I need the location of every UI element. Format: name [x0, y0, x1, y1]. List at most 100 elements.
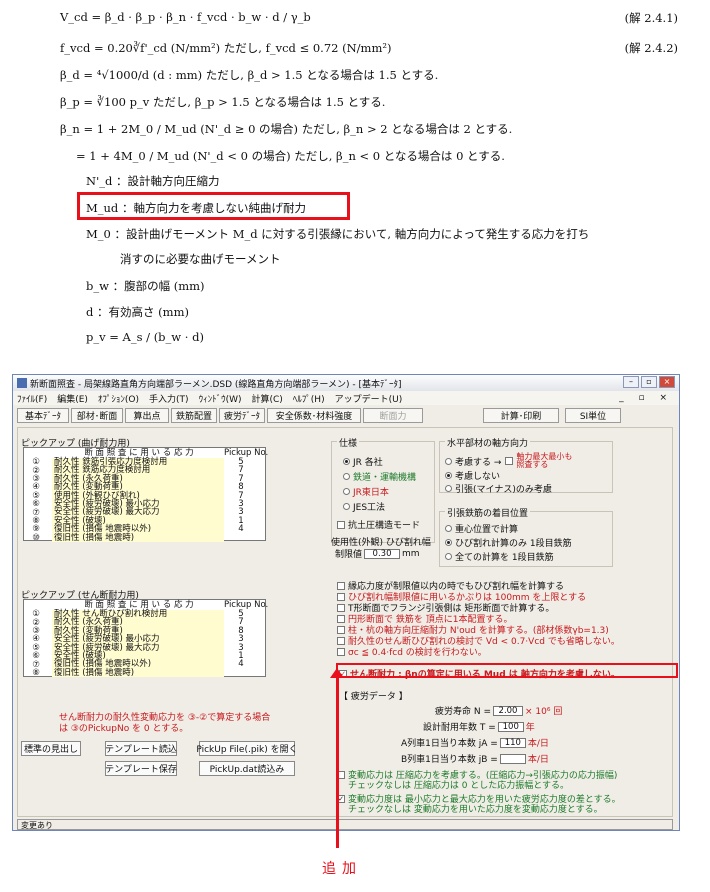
spec-jr[interactable]: JR 各社 — [343, 455, 383, 468]
spec-jes[interactable]: JES工法 — [343, 500, 385, 513]
crack-limit-input[interactable]: 0.30 — [364, 548, 401, 559]
equation-6: = 1 + 4M_0 / M_ud (N'_d < 0 の場合) ただし, β_… — [76, 149, 505, 163]
fatigue-life-input[interactable]: 2.00 — [493, 705, 523, 716]
window-title: 新断面照査 - 局架線路直角方向端部ラーメン.DSD (線路直角方向端部ラーメン… — [30, 379, 402, 390]
shear-note: せん断耐力の耐久性変動応力を ③-②で算定する場合は ③のPickupNo を … — [59, 713, 271, 734]
definition-m0: M_0 ：設計曲げモーメント M_d に対する引張縁において, 軸方向力によって… — [86, 227, 590, 241]
anti-earth-pressure-check[interactable]: 抗土圧構造モード — [337, 518, 420, 531]
radio-icon[interactable] — [343, 503, 350, 510]
radio-icon[interactable] — [445, 525, 452, 532]
equation-2-number: (解 2.4.2) — [624, 41, 678, 55]
definition-bw: b_w ：腹部の幅 (mm) — [86, 279, 205, 293]
checkbox-icon[interactable] — [337, 603, 345, 612]
radio-icon[interactable] — [445, 553, 452, 560]
axial-title: 水平部材の軸方向力 — [445, 436, 531, 449]
definition-d: d ：有効高さ (mm) — [86, 305, 189, 319]
definition-m0-cont: 消すのに必要な曲げモーメント — [120, 252, 281, 266]
added-caption: 追加 — [322, 861, 362, 877]
pickup-dat-button[interactable]: PickUp.dat読込み — [199, 761, 295, 776]
equation-1: V_cd = β_d · β_p · β_n · f_vcd · b_w · d… — [60, 10, 311, 24]
si-unit-button[interactable]: SI単位 — [565, 408, 621, 423]
spec-title: 仕様 — [337, 436, 360, 449]
maximize-button[interactable]: ▫ — [641, 376, 657, 388]
calc-print-button[interactable]: 計算･印刷 — [483, 408, 559, 423]
arrow-line — [336, 676, 339, 848]
template-load-button[interactable]: テンプレート読込 — [105, 741, 177, 756]
table-row[interactable]: ⑩ 復旧性 (損傷 地震時) — [24, 533, 265, 543]
mdi-controls[interactable]: _ ▫ × — [619, 393, 673, 403]
menu-option[interactable]: ｵﾌﾟｼｮﾝ(O) — [98, 392, 139, 405]
table-row[interactable]: ⑧ 復旧性 (損傷 地震時) — [24, 668, 265, 678]
crack-limit-row: 制限値 0.30 mm — [335, 548, 420, 560]
checkbox-icon[interactable] — [337, 520, 345, 529]
equation-3: β_d = ⁴√1000/d (d : mm) ただし, β_d > 1.5 と… — [60, 68, 439, 82]
axial-consider[interactable]: 考慮する → 軸力最大最小も照査する — [445, 453, 576, 469]
app-window: 新断面照査 - 局架線路直角方向端部ラーメン.DSD (線路直角方向端部ラーメン… — [12, 374, 680, 831]
tab-bar: 基本ﾃﾞｰﾀ 部材･断面 算出点 鉄筋配置 疲労ﾃﾞｰﾀ 安全係数･材料強度 断… — [13, 406, 679, 425]
radio-icon[interactable] — [445, 539, 452, 546]
radio-icon[interactable] — [343, 488, 350, 495]
axial-ignore[interactable]: 考慮しない — [445, 469, 500, 482]
menu-calc[interactable]: 計算(C) — [251, 392, 282, 405]
checkbox-icon[interactable] — [505, 457, 514, 465]
check-sigma-c[interactable]: σc ≦ 0.4·fcd の検討を行わない。 — [337, 645, 487, 658]
tab-basic-data[interactable]: 基本ﾃﾞｰﾀ — [17, 408, 69, 423]
train-a-input[interactable]: 110 — [499, 737, 526, 748]
tab-member-section[interactable]: 部材･断面 — [71, 408, 123, 423]
rebar-centroid[interactable]: 重心位置で計算 — [445, 522, 518, 535]
fatigue-title: 【 疲労データ 】 — [339, 692, 408, 702]
radio-icon[interactable] — [343, 473, 350, 480]
checkbox-icon[interactable] — [337, 625, 345, 634]
checkbox-icon[interactable] — [337, 636, 345, 645]
pickup-open-button[interactable]: PickUp File(.pik) を開く — [196, 741, 298, 756]
tab-rebar[interactable]: 鉄筋配置 — [171, 408, 217, 423]
pickup-bending-table: 断 面 照 査 に 用 い る 応 力 Pickup No. ① 耐久性 鉄筋引張… — [23, 447, 268, 543]
checkbox-icon[interactable] — [337, 592, 345, 601]
equation-1-number: (解 2.4.1) — [624, 11, 678, 25]
menu-edit[interactable]: 編集(E) — [57, 392, 88, 405]
checkbox-icon[interactable] — [337, 614, 345, 623]
menu-bar: ﾌｧｲﾙ(F) 編集(E) ｵﾌﾟｼｮﾝ(O) 手入力(T) ｳｨﾝﾄﾞｳ(W)… — [13, 391, 679, 405]
design-years-row: 設計耐用年数 T = 100 年 — [423, 721, 535, 733]
axial-tension-only[interactable]: 引張(マイナス)のみ考慮 — [445, 482, 552, 495]
template-save-button[interactable]: テンプレート保存 — [105, 761, 177, 776]
rebar-title: 引張鉄筋の着目位置 — [445, 506, 531, 519]
check-compression-stress[interactable]: 変動応力は 圧縮応力を考慮する。(圧縮応力→引張応力の応力振幅) チェックなしは … — [337, 771, 648, 791]
tab-section-force: 断面力 — [363, 408, 423, 423]
menu-update[interactable]: アップデート(U) — [335, 392, 403, 405]
menu-file[interactable]: ﾌｧｲﾙ(F) — [17, 392, 47, 405]
standard-heading-button[interactable]: 標準の見出し — [21, 741, 81, 756]
radio-icon[interactable] — [343, 458, 350, 465]
menu-window[interactable]: ｳｨﾝﾄﾞｳ(W) — [199, 392, 242, 405]
minimize-button[interactable]: – — [623, 376, 639, 388]
window-controls: – ▫ × — [623, 376, 675, 388]
compression-stress-label: 変動応力は 圧縮応力を考慮する。(圧縮応力→引張応力の応力振幅) チェックなしは … — [348, 771, 618, 791]
train-a-row: A列車1日当り本数 jA = 110 本/日 — [401, 737, 549, 749]
tab-fatigue[interactable]: 疲労ﾃﾞｰﾀ — [219, 408, 265, 423]
title-bar: 新断面照査 - 局架線路直角方向端部ラーメン.DSD (線路直角方向端部ラーメン… — [13, 375, 679, 391]
rebar-all-first[interactable]: 全ての計算を 1段目鉄筋 — [445, 550, 554, 563]
spec-jrtt[interactable]: 鉄道・運輸機構 — [343, 470, 416, 483]
radio-icon[interactable] — [445, 485, 452, 492]
document-excerpt: V_cd = β_d · β_p · β_n · f_vcd · b_w · d… — [0, 0, 710, 345]
rebar-crack-first[interactable]: ひび割れ計算のみ 1段目鉄筋 — [445, 536, 572, 549]
checkbox-icon[interactable] — [337, 581, 345, 590]
radio-icon[interactable] — [445, 457, 452, 465]
pickup-shear-table: 断 面 照 査 に 用 い る 応 力 Pickup No. ① 耐久性 せん断ひ… — [23, 599, 268, 678]
spec-jr-east[interactable]: JR東日本 — [343, 485, 389, 498]
equation-5: β_n = 1 + 2M_0 / M_ud (N'_d ≥ 0 の場合) ただし… — [60, 122, 513, 136]
definition-nd: N'_d ：設計軸方向圧縮力 — [86, 174, 220, 188]
definition-pv: p_v = A_s / (b_w · d) — [86, 330, 204, 344]
highlight-new-option — [336, 663, 678, 678]
design-years-input[interactable]: 100 — [497, 721, 524, 732]
checkbox-icon[interactable] — [337, 647, 345, 656]
tab-calc-points[interactable]: 算出点 — [125, 408, 169, 423]
train-b-row: B列車1日当り本数 jB = 本/日 — [401, 753, 549, 765]
menu-input[interactable]: 手入力(T) — [149, 392, 189, 405]
close-button[interactable]: × — [659, 376, 675, 388]
check-stress-difference[interactable]: ✓ 変動応力度は 最小応力と最大応力を用いた疲労応力度の差とする。 チェックなしは … — [337, 795, 648, 815]
train-b-input[interactable] — [499, 753, 526, 764]
menu-help[interactable]: ﾍﾙﾌﾟ(H) — [293, 392, 325, 405]
tab-safety-factors[interactable]: 安全係数･材料強度 — [267, 408, 361, 423]
radio-icon[interactable] — [445, 472, 452, 479]
